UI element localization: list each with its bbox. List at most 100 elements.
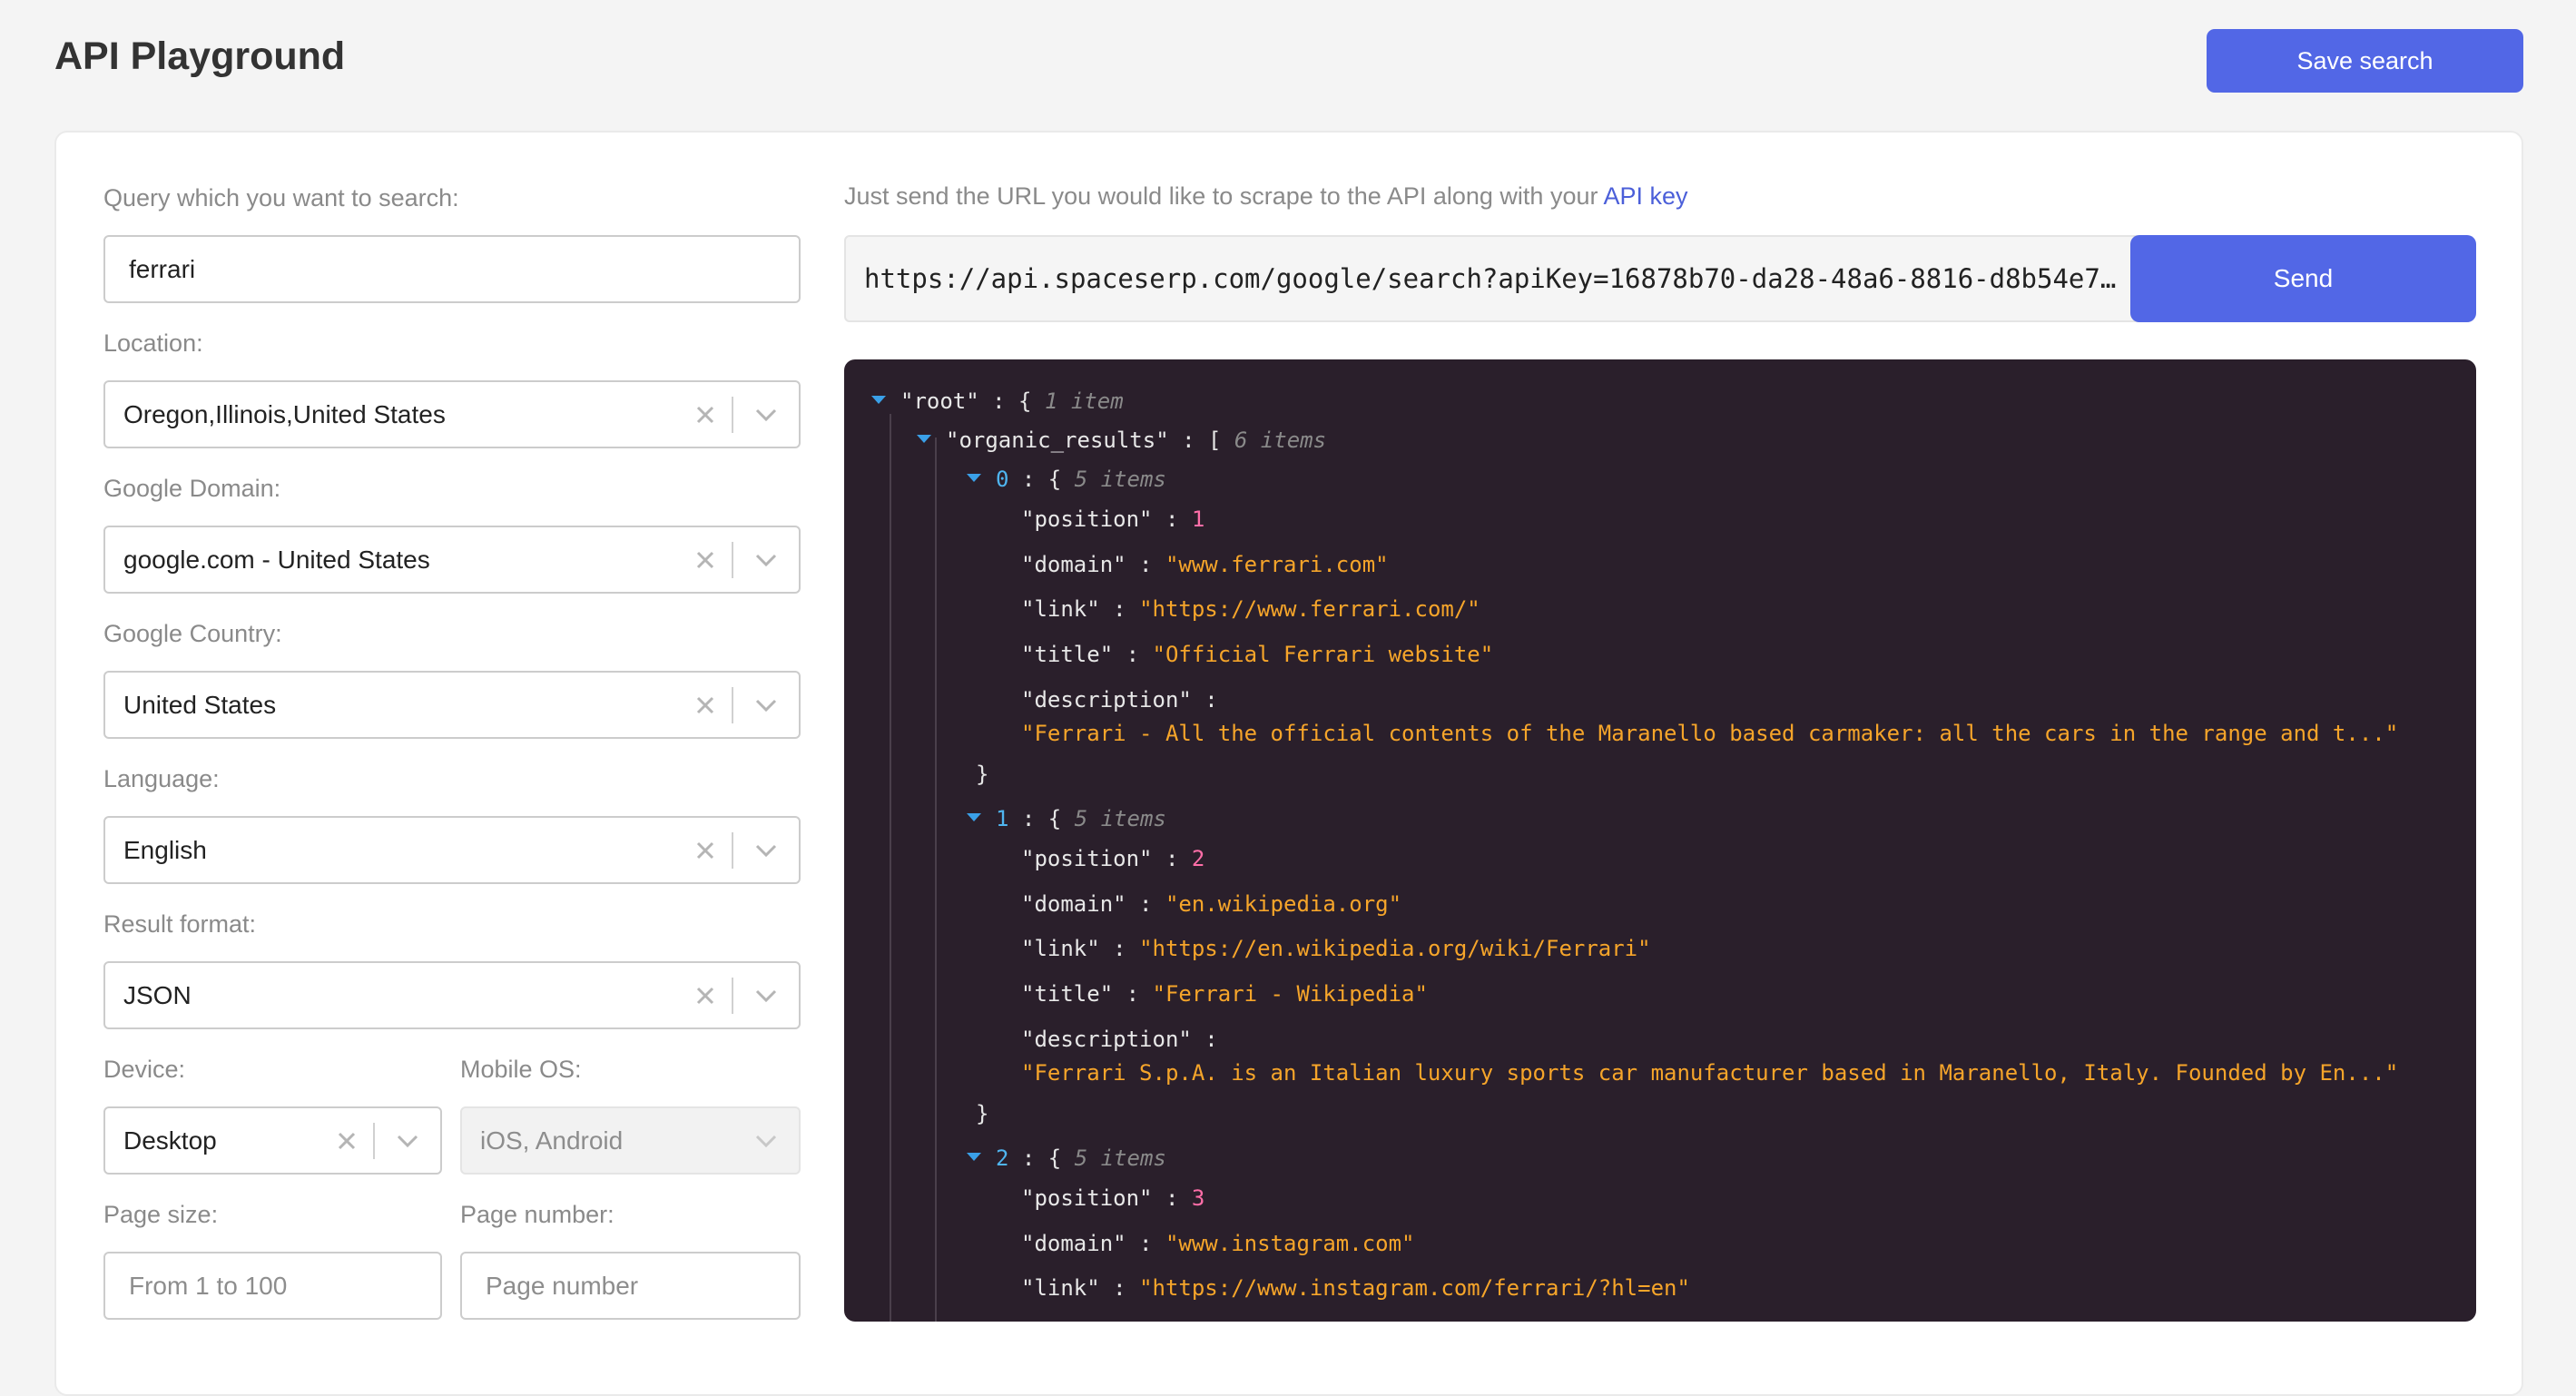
json-field-line: "link" : "https://www.instagram.com/ferr… (1021, 1275, 1690, 1301)
json-field-line: "title" : "Official Ferrari website" (1021, 642, 1494, 667)
result-format-select[interactable]: JSON (103, 961, 801, 1029)
json-field-line: "description" : (1021, 1027, 1218, 1052)
collapse-icon[interactable] (871, 396, 886, 404)
chevron-down-icon[interactable] (375, 1108, 440, 1173)
clear-icon[interactable] (679, 818, 732, 882)
page-size-label: Page size: (103, 1201, 219, 1228)
json-organic-line: "organic_results" : [ 6 items (946, 428, 1327, 453)
json-meta: 5 items (1074, 1145, 1166, 1171)
json-key: "position" (1021, 1185, 1153, 1211)
google-domain-label: Google Domain: (103, 475, 281, 502)
playground-card: Query which you want to search: ferrari … (54, 131, 2523, 1396)
json-field-line: "domain" : "www.instagram.com" (1021, 1231, 1415, 1256)
json-key: "domain" (1021, 1231, 1126, 1256)
save-search-button[interactable]: Save search (2207, 29, 2523, 93)
collapse-icon[interactable] (917, 435, 931, 443)
json-key: "link" (1021, 936, 1100, 961)
json-key: "domain" (1021, 891, 1126, 917)
api-key-link[interactable]: API key (1603, 182, 1687, 210)
json-string: "en.wikipedia.org" (1165, 891, 1402, 917)
query-value: ferrari (129, 254, 196, 283)
json-string: "Ferrari S.p.A. is an Italian luxury spo… (1021, 1060, 2399, 1086)
device-select[interactable]: Desktop (103, 1106, 442, 1175)
json-key: "title" (1021, 642, 1114, 667)
json-viewer: "root" : { 1 item "organic_results" : [ … (844, 359, 2476, 1322)
clear-icon[interactable] (679, 673, 732, 737)
json-brace: } (976, 1101, 989, 1126)
page-number-input[interactable]: Page number (460, 1252, 801, 1320)
send-button[interactable]: Send (2130, 235, 2476, 322)
json-number: 3 (1191, 1185, 1205, 1211)
json-string: "www.ferrari.com" (1165, 552, 1389, 577)
chevron-down-icon[interactable] (733, 963, 799, 1027)
device-value: Desktop (123, 1126, 217, 1155)
clear-icon[interactable] (679, 382, 732, 447)
page-size-placeholder: From 1 to 100 (129, 1271, 288, 1300)
query-label: Query which you want to search: (103, 184, 459, 211)
chevron-down-icon[interactable] (733, 527, 799, 592)
mobile-os-placeholder: iOS, Android (480, 1126, 624, 1155)
json-brace: } (976, 762, 989, 787)
json-string: "https://www.instagram.com/ferrari/?hl=e… (1139, 1275, 1690, 1301)
page-number-placeholder: Page number (486, 1271, 639, 1300)
json-string: "https://en.wikipedia.org/wiki/Ferrari" (1139, 936, 1651, 961)
google-country-select[interactable]: United States (103, 671, 801, 739)
json-field-line: "link" : "https://www.ferrari.com/" (1021, 596, 1480, 622)
json-number: 1 (1191, 506, 1205, 532)
result-format-value: JSON (123, 980, 192, 1009)
google-domain-select[interactable]: google.com - United States (103, 526, 801, 594)
clear-icon[interactable] (320, 1108, 373, 1173)
json-index: 0 (996, 467, 1009, 492)
mobile-os-select: iOS, Android (460, 1106, 801, 1175)
json-meta: 5 items (1074, 806, 1166, 831)
query-input[interactable]: ferrari (103, 235, 801, 303)
api-hint-text: Just send the URL you would like to scra… (844, 182, 1598, 210)
chevron-down-icon[interactable] (733, 673, 799, 737)
json-field-line: "description" : (1021, 687, 1218, 713)
json-number: 2 (1191, 846, 1205, 871)
clear-icon[interactable] (679, 527, 732, 592)
json-key: "domain" (1021, 552, 1126, 577)
collapse-icon[interactable] (967, 813, 981, 821)
json-key: "description" (1021, 1027, 1192, 1052)
clear-icon[interactable] (679, 963, 732, 1027)
json-key: "link" (1021, 596, 1100, 622)
json-field-line: "domain" : "en.wikipedia.org" (1021, 891, 1402, 917)
request-url-field[interactable]: https://api.spaceserp.com/google/search?… (844, 235, 2158, 322)
json-string: "Ferrari - Wikipedia" (1152, 981, 1428, 1007)
json-key: "position" (1021, 846, 1153, 871)
page-number-label: Page number: (460, 1201, 615, 1228)
json-field-line: "link" : "https://en.wikipedia.org/wiki/… (1021, 936, 1651, 961)
language-select[interactable]: English (103, 816, 801, 884)
device-label: Device: (103, 1056, 186, 1083)
chevron-down-icon[interactable] (733, 818, 799, 882)
json-key: "position" (1021, 506, 1153, 532)
chevron-down-icon[interactable] (733, 382, 799, 447)
chevron-down-icon (733, 1108, 799, 1173)
json-key: "root" (900, 388, 979, 414)
google-country-value: United States (123, 690, 277, 719)
json-field-line: "position" : 2 (1021, 846, 1205, 871)
json-meta: 1 item (1044, 388, 1124, 414)
json-key: "title" (1021, 981, 1114, 1007)
page-title: API Playground (54, 34, 346, 78)
google-country-label: Google Country: (103, 620, 282, 647)
google-domain-value: google.com - United States (123, 545, 430, 574)
json-meta: 5 items (1074, 467, 1166, 492)
collapse-icon[interactable] (967, 474, 981, 482)
location-label: Location: (103, 329, 203, 357)
json-string: "www.instagram.com" (1165, 1231, 1415, 1256)
language-value: English (123, 835, 207, 864)
collapse-icon[interactable] (967, 1153, 981, 1161)
json-item-line: 2 : { 5 items (996, 1145, 1166, 1171)
json-key: "description" (1021, 687, 1192, 713)
location-select[interactable]: Oregon,Illinois,United States (103, 380, 801, 448)
json-field-line: "domain" : "www.ferrari.com" (1021, 552, 1389, 577)
json-item-line: 0 : { 5 items (996, 467, 1166, 492)
json-key: "link" (1021, 1275, 1100, 1301)
json-string: "Official Ferrari website" (1152, 642, 1494, 667)
mobile-os-label: Mobile OS: (460, 1056, 582, 1083)
json-root-line: "root" : { 1 item (900, 388, 1124, 414)
api-hint: Just send the URL you would like to scra… (844, 182, 1688, 211)
page-size-input[interactable]: From 1 to 100 (103, 1252, 442, 1320)
